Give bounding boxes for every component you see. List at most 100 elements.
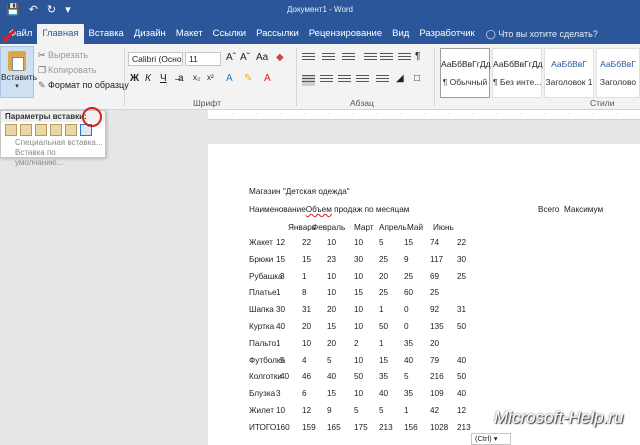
shading-icon[interactable]: ◢ — [396, 73, 404, 84]
link-keep-icon[interactable] — [65, 124, 77, 136]
style-heading-2[interactable]: АаБбВвГ Заголово — [596, 48, 640, 98]
table-cell: 5 — [327, 355, 332, 365]
align-center-icon[interactable] — [320, 75, 333, 86]
tab-references[interactable]: Ссылки — [208, 24, 251, 44]
underline-button[interactable]: Ч — [160, 73, 167, 84]
numbering-icon[interactable] — [322, 53, 335, 64]
borders-icon[interactable]: □ — [414, 73, 420, 84]
table-cell: 109 — [430, 389, 444, 399]
strikethrough-icon[interactable]: ̶a — [178, 73, 184, 84]
ruler-tick: · — [592, 111, 594, 117]
table-cell: 0 — [404, 322, 409, 331]
table-cell: 40 — [327, 372, 337, 382]
tab-layout[interactable]: Макет — [171, 24, 208, 44]
paste-label: Вставить — [1, 72, 38, 82]
paste-special-item[interactable]: Специальная вставка... — [1, 138, 105, 148]
table-cell: 3 — [276, 389, 281, 399]
increase-indent-icon[interactable] — [380, 53, 393, 64]
font-size-select[interactable]: 11 — [185, 52, 221, 66]
watermark: Microsoft-Help.ru — [494, 408, 624, 427]
ruler-tick: · — [400, 111, 402, 117]
table-cell: 30 — [457, 254, 467, 264]
multilevel-list-icon[interactable] — [342, 53, 355, 64]
table-cell: 25 — [404, 271, 414, 281]
table-cell: 10 — [327, 288, 337, 298]
copy-button[interactable]: ❐ Копировать — [38, 65, 96, 76]
month-header: Апрель — [379, 223, 407, 232]
table-cell: 20 — [302, 322, 312, 331]
tab-developer[interactable]: Разработчик — [414, 24, 479, 44]
row-name: Рубашка — [249, 271, 283, 281]
format-painter-button[interactable]: ✎ Формат по образцу — [38, 80, 129, 91]
tab-review[interactable]: Рецензирование — [304, 24, 387, 44]
horizontal-ruler[interactable]: · · · · · · · · · · · · · · · · · — [208, 110, 640, 120]
style-normal[interactable]: АаБбВвГгДд ¶ Обычный — [440, 48, 491, 98]
pilcrow-icon[interactable]: ¶ — [415, 51, 420, 62]
text-effects-icon[interactable]: A — [226, 73, 233, 84]
clipboard-icon — [8, 51, 26, 71]
table-cell: 10 — [354, 305, 364, 315]
table-cell: 79 — [430, 355, 440, 365]
bold-button[interactable]: Ж — [130, 73, 139, 84]
month-header: Февраль — [312, 223, 346, 232]
cut-button[interactable]: ✂ Вырезать — [38, 50, 88, 61]
subscript-icon[interactable]: x₂ — [193, 73, 200, 82]
table-cell: 10 — [354, 271, 364, 281]
table-cell: 10 — [276, 406, 286, 415]
decrease-indent-icon[interactable] — [364, 53, 377, 64]
table-cell: 15 — [302, 254, 312, 264]
link-paste-icon[interactable] — [50, 124, 62, 136]
style-preview: АаБбВвГгДд — [441, 59, 491, 69]
scissors-icon: ✂ — [38, 50, 46, 60]
italic-button[interactable]: К — [145, 73, 151, 84]
styles-group-label: Стили — [590, 98, 615, 108]
style-no-spacing[interactable]: АаБбВвГгДд ¶ Без инте... — [492, 48, 543, 98]
table-cell: 92 — [430, 305, 440, 315]
tab-home[interactable]: Главная — [37, 24, 84, 44]
set-default-paste-item[interactable]: Вставка по умолчанию... — [1, 148, 105, 167]
font-color-icon[interactable]: A — [264, 73, 271, 84]
tab-insert[interactable]: Вставка — [84, 24, 129, 44]
tab-view[interactable]: Вид — [387, 24, 414, 44]
table-cell: 12 — [457, 406, 467, 415]
change-case-icon[interactable]: Aa — [256, 52, 268, 63]
superscript-icon[interactable]: x² — [207, 73, 214, 82]
table-cell: 5 — [379, 238, 384, 247]
table-cell: 5 — [354, 406, 359, 415]
picture-paste-icon[interactable] — [35, 124, 47, 136]
sort-icon[interactable] — [398, 53, 411, 64]
shrink-font-icon[interactable]: Aˇ — [240, 52, 250, 63]
lightbulb-icon: ◯ — [485, 29, 496, 39]
bullets-icon[interactable] — [302, 53, 315, 64]
table-cell: 25 — [379, 254, 389, 264]
tell-me-box[interactable]: ◯ Что вы хотите сделать? — [480, 24, 598, 44]
merge-format-icon[interactable] — [20, 124, 32, 136]
document-page[interactable]: Магазин "Детская одежда" НаименованиеОбъ… — [208, 144, 640, 445]
style-heading-1[interactable]: АаБбВвГ Заголовок 1 — [544, 48, 594, 98]
row-name: Блузка — [249, 389, 276, 399]
justify-icon[interactable] — [356, 75, 369, 86]
table-cell: 42 — [430, 406, 440, 415]
keep-source-format-icon[interactable] — [5, 124, 17, 136]
clear-format-icon[interactable]: ◆ — [276, 52, 284, 63]
paste-button[interactable]: Вставить ▾ — [0, 46, 38, 98]
row-name: Куртка — [249, 322, 275, 331]
table-cell: 15 — [354, 288, 364, 298]
grow-font-icon[interactable]: Aˆ — [226, 52, 236, 63]
highlight-icon[interactable]: ✎ — [244, 73, 252, 84]
tab-mailings[interactable]: Рассылки — [251, 24, 304, 44]
table-cell: 50 — [379, 322, 389, 331]
align-left-icon[interactable] — [302, 75, 315, 86]
month-header: Июнь — [433, 223, 454, 232]
doc-header-line: НаименованиеОбъем продаж по месяцам — [249, 205, 409, 214]
line-spacing-icon[interactable] — [376, 75, 389, 86]
font-name-select[interactable]: Calibri (Осно — [128, 52, 183, 66]
ruler-tick: · — [568, 111, 570, 117]
header-sales-text: продаж по месяцам — [331, 205, 410, 214]
brush-icon: ✎ — [38, 80, 46, 90]
align-right-icon[interactable] — [338, 75, 351, 86]
tab-design[interactable]: Дизайн — [129, 24, 171, 44]
paste-ctrl-tag[interactable]: (Ctrl) ▾ — [471, 433, 511, 445]
doc-title-line: Магазин "Детская одежда" — [249, 187, 350, 196]
font-group-label: Шрифт — [193, 98, 221, 108]
